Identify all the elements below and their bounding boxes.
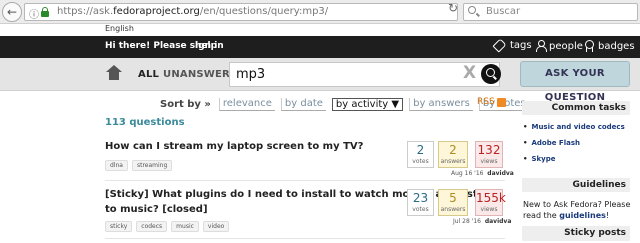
search-query-text: mp3 (236, 67, 266, 82)
nav-people-label: people (549, 40, 583, 52)
question-meta: Jul 28 '16 davidva (453, 218, 511, 225)
lock-icon[interactable] (41, 7, 49, 17)
address-bar[interactable]: ⓘ https://ask.fedoraproject.org/en/quest… (24, 3, 458, 21)
language-selector[interactable]: English (105, 24, 134, 33)
guidelines-text-line: New to Ask Fedora? Please (523, 200, 631, 209)
browser-toolbar: ← ⓘ https://ask.fedoraproject.org/en/que… (0, 0, 640, 24)
search-icon (468, 6, 476, 14)
views-count: 132 (477, 143, 501, 157)
reload-icon[interactable]: ↻ (448, 1, 458, 15)
sticky-posts-heading: Sticky posts (522, 226, 630, 241)
sort-label: Sort by » (160, 98, 211, 110)
sidebar-link-flash[interactable]: Adobe Flash (523, 139, 580, 147)
question-date: Aug 16 '16 (451, 170, 484, 177)
badge-icon (583, 40, 595, 52)
answers-count: 5 (449, 191, 457, 205)
guidelines-heading: Guidelines (522, 178, 630, 192)
divider (105, 238, 505, 239)
answers-label: answers (440, 158, 466, 165)
divider (105, 180, 505, 181)
answers-counter: 2 answers (438, 141, 468, 168)
url-text[interactable]: https://ask.fedoraproject.org/en/questio… (57, 6, 328, 17)
question-user-link[interactable]: davidva (485, 218, 512, 225)
guidelines-text-end: ! (605, 211, 610, 220)
nav-tags[interactable]: tags (492, 38, 532, 53)
answers-counter: 5 answers (438, 189, 468, 216)
language-row: English (0, 24, 640, 36)
tag-chip[interactable]: codecs (136, 221, 168, 232)
help-link[interactable]: help (195, 41, 217, 51)
votes-count: 23 (412, 191, 429, 205)
views-counter: 155k views (475, 189, 506, 216)
views-count: 155k (476, 191, 506, 205)
votes-counter: 23 votes (407, 189, 434, 216)
tag-chip[interactable]: video (202, 221, 230, 232)
rss-label: RSS (477, 97, 495, 107)
common-tasks-heading: Common tasks (522, 101, 630, 115)
clear-search-icon[interactable]: X (463, 63, 476, 83)
question-date: Jul 28 '16 (453, 218, 481, 225)
people-icon (535, 40, 547, 52)
votes-label: votes (412, 158, 429, 165)
scope-all-tab[interactable]: ALL (138, 69, 159, 80)
info-icon[interactable]: ⓘ (29, 6, 39, 21)
rss-link[interactable]: RSS (477, 97, 506, 107)
tag-chip[interactable]: music (171, 221, 199, 232)
tag-chip[interactable]: dlna (105, 160, 128, 171)
sort-by-activity[interactable]: by activity ▼ (331, 97, 404, 111)
views-label: views (480, 158, 498, 165)
ask-question-button[interactable]: ASK YOUR QUESTION (520, 61, 630, 103)
browser-search-placeholder: Buscar (486, 6, 521, 17)
home-icon[interactable] (106, 65, 122, 81)
votes-counter: 2 votes (407, 141, 434, 168)
question-title-line: [Sticky] What plugins do I need to insta… (105, 189, 492, 200)
site-header: Hi there! Please sign in help tags peopl… (0, 36, 640, 58)
answers-count: 2 (449, 143, 457, 157)
views-counter: 132 views (475, 141, 503, 168)
tag-chip[interactable]: sticky (105, 221, 133, 232)
sort-bar: Sort by » relevance by date by activity … (160, 97, 529, 111)
question-meta: Aug 16 '16 davidva (451, 170, 514, 177)
sidebar-link-skype[interactable]: Skype (523, 155, 555, 163)
question-search-input[interactable]: mp3 (229, 62, 500, 87)
results-count: 113 questions (105, 117, 185, 128)
sidebar-link-codecs[interactable]: Music and video codecs (523, 123, 624, 131)
nav-tags-label: tags (510, 40, 532, 51)
views-label: views (480, 206, 498, 213)
answers-label: answers (440, 206, 466, 213)
browser-search-field[interactable]: Buscar (463, 3, 638, 21)
guidelines-text: New to Ask Fedora? Please read the guide… (523, 199, 633, 221)
guidelines-text-prefix: read the (523, 211, 557, 220)
votes-count: 2 (416, 143, 425, 157)
nav-people[interactable]: people (535, 40, 583, 52)
search-submit-button[interactable] (481, 64, 501, 84)
rss-icon (496, 97, 506, 107)
sort-by-answers[interactable]: by answers (409, 97, 473, 111)
tag-icon (492, 38, 507, 53)
sort-by-date[interactable]: by date (280, 97, 326, 111)
nav-badges-label: badges (598, 40, 635, 52)
tag-chip[interactable]: streaming (131, 160, 173, 171)
nav-badges[interactable]: badges (583, 40, 635, 52)
sort-relevance[interactable]: relevance (218, 97, 275, 111)
guidelines-link[interactable]: guidelines (559, 211, 606, 220)
question-user-link[interactable]: davidva (487, 170, 514, 177)
votes-label: votes (412, 206, 429, 213)
back-button[interactable]: ← (2, 2, 22, 22)
